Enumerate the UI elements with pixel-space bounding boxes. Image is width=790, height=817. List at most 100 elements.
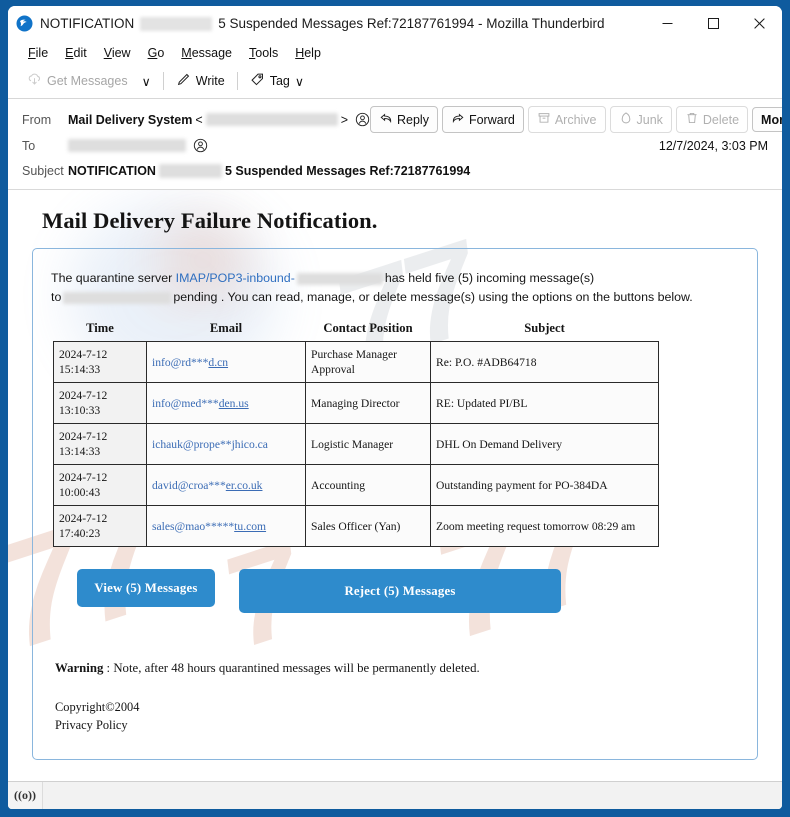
email-plain-part: sales@mao***** <box>152 519 235 533</box>
cell-date-value: 2024-7-12 <box>59 430 108 443</box>
email-underlined-part: den.us <box>218 396 249 410</box>
menu-bar: File Edit View Go Message Tools Help <box>8 41 782 64</box>
status-bar: ((o)) <box>8 781 782 809</box>
get-messages-label: Get Messages <box>47 74 128 88</box>
column-header-email: Email <box>209 321 243 335</box>
junk-button[interactable]: Junk <box>609 106 672 133</box>
add-contact-icon[interactable] <box>355 112 370 127</box>
toolbar-separator-2 <box>236 72 238 90</box>
forward-button[interactable]: Forward <box>441 106 524 133</box>
cell-time: 2024-7-12 17:40:23 <box>53 505 147 547</box>
email-underlined-part: tu.com <box>234 519 267 533</box>
privacy-policy-link[interactable]: Privacy Policy <box>55 716 741 734</box>
header-action-buttons: Reply Forward Archive Junk Delete Mor <box>370 106 782 133</box>
tag-button[interactable]: Tag ∨ <box>243 68 311 94</box>
email-link[interactable]: info@med***den.us <box>152 397 249 410</box>
message-body-pane: 77 77 77 77 7 Mail Delivery Failure Noti… <box>8 190 782 781</box>
main-toolbar: Get Messages ∨ Write Tag ∨ <box>8 64 782 99</box>
to-address-redaction <box>68 139 186 152</box>
more-label: More <box>761 112 782 127</box>
email-link[interactable]: ichauk@prope**jhico.ca <box>152 438 268 451</box>
cell-time-value: 15:14:33 <box>59 363 101 376</box>
cell-email: info@med***den.us <box>146 382 306 424</box>
cell-time: 2024-7-12 15:14:33 <box>53 341 147 383</box>
subject-redaction <box>158 163 222 178</box>
to-label: To <box>22 138 36 153</box>
more-button[interactable]: More ∨ <box>752 107 782 132</box>
from-bracket-open: < <box>195 112 203 127</box>
forward-label: Forward <box>468 112 515 127</box>
menu-item-help[interactable]: Help <box>287 44 329 62</box>
write-label: Write <box>195 74 225 88</box>
subject-value: NOTIFICATION 5 Suspended Messages Ref:72… <box>68 163 772 178</box>
write-button[interactable]: Write <box>169 68 232 94</box>
status-icon-cell[interactable]: ((o)) <box>8 782 43 809</box>
delete-button[interactable]: Delete <box>675 106 749 133</box>
server-redaction <box>296 272 383 285</box>
menu-item-file[interactable]: File <box>20 44 56 62</box>
cell-email: sales@mao*****tu.com <box>146 505 306 547</box>
subject-suffix: 5 Suspended Messages Ref:72187761994 <box>224 163 471 178</box>
add-contact-icon[interactable] <box>193 138 208 153</box>
email-underlined-part: d.cn <box>208 355 229 369</box>
tag-label: Tag <box>269 74 290 88</box>
window-title-redaction <box>140 16 213 31</box>
cell-date-value: 2024-7-12 <box>59 348 108 361</box>
tag-icon <box>250 72 265 90</box>
from-display-name: Mail Delivery System <box>68 112 193 127</box>
get-messages-dropdown[interactable]: ∨ <box>135 70 158 93</box>
archive-button[interactable]: Archive <box>527 106 606 133</box>
menu-item-go[interactable]: Go <box>140 44 173 62</box>
from-value: Mail Delivery System < > <box>68 112 370 127</box>
chevron-down-icon: ∨ <box>294 74 304 89</box>
table-row: 2024-7-12 10:00:43 david@croa***er.co.uk Ac… <box>53 464 659 506</box>
view-messages-button[interactable]: View (5) Messages <box>77 569 215 607</box>
table-body: 2024-7-12 15:14:33 info@rd***d.cn Purchase … <box>53 341 659 547</box>
close-button[interactable] <box>736 6 782 41</box>
cell-subject: Zoom meeting request tomorrow 08:29 am <box>430 505 659 547</box>
cell-date-value: 2024-7-12 <box>59 389 108 402</box>
minimize-button[interactable] <box>644 6 690 41</box>
email-plain-part: info@med*** <box>152 396 219 410</box>
table-row: 2024-7-12 13:10:33 info@med***den.us Managi… <box>53 382 659 424</box>
cell-position: Sales Officer (Yan) <box>305 505 431 547</box>
table-row: 2024-7-12 17:40:23 sales@mao*****tu.com Sal… <box>53 505 659 547</box>
reply-label: Reply <box>397 112 429 127</box>
server-link[interactable]: IMAP/POP3-inbound- <box>176 271 295 285</box>
cell-date-value: 2024-7-12 <box>59 471 108 484</box>
intro-part1: The quarantine server <box>51 271 176 285</box>
email-link[interactable]: david@croa***er.co.uk <box>152 479 262 492</box>
reply-icon <box>379 111 393 128</box>
junk-label: Junk <box>636 112 663 127</box>
footer-text: Copyright©2004 Privacy Policy <box>55 698 741 734</box>
menu-item-view[interactable]: View <box>96 44 139 62</box>
column-header-position: Contact Position <box>323 321 413 335</box>
from-row: From Mail Delivery System < > Reply Forw… <box>22 106 782 133</box>
window-frame: NOTIFICATION 5 Suspended Messages Ref:72… <box>0 0 790 817</box>
cell-subject: Outstanding payment for PO-384DA <box>430 464 659 506</box>
subject-prefix: NOTIFICATION <box>68 163 156 178</box>
copyright-text: Copyright©2004 <box>55 700 140 714</box>
table-row: 2024-7-12 15:14:33 info@rd***d.cn Purchase … <box>53 341 659 383</box>
menu-item-tools[interactable]: Tools <box>241 44 286 62</box>
trash-icon <box>685 111 699 128</box>
reject-messages-button[interactable]: Reject (5) Messages <box>239 569 561 613</box>
archive-label: Archive <box>554 112 597 127</box>
mail-content: Mail Delivery Failure Notification. The … <box>8 190 782 760</box>
maximize-button[interactable] <box>690 6 736 41</box>
get-messages-button[interactable]: Get Messages <box>20 68 135 94</box>
delete-label: Delete <box>702 112 740 127</box>
table-row: 2024-7-12 13:14:33 ichauk@prope**jhico.ca L… <box>53 423 659 465</box>
email-link[interactable]: sales@mao*****tu.com <box>152 520 266 533</box>
intro-part3: to <box>51 290 62 304</box>
column-header-time: Time <box>86 321 114 335</box>
suspended-messages-table: Time Email Contact Position Subject 2024… <box>53 319 659 547</box>
email-plain-part: info@rd*** <box>152 355 209 369</box>
thunderbird-window: NOTIFICATION 5 Suspended Messages Ref:72… <box>8 6 782 809</box>
email-link[interactable]: info@rd***d.cn <box>152 356 228 369</box>
junk-icon <box>619 111 633 128</box>
menu-item-edit[interactable]: Edit <box>57 44 95 62</box>
menu-item-message[interactable]: Message <box>173 44 240 62</box>
reply-button[interactable]: Reply <box>370 106 438 133</box>
window-title: NOTIFICATION 5 Suspended Messages Ref:72… <box>40 16 605 31</box>
